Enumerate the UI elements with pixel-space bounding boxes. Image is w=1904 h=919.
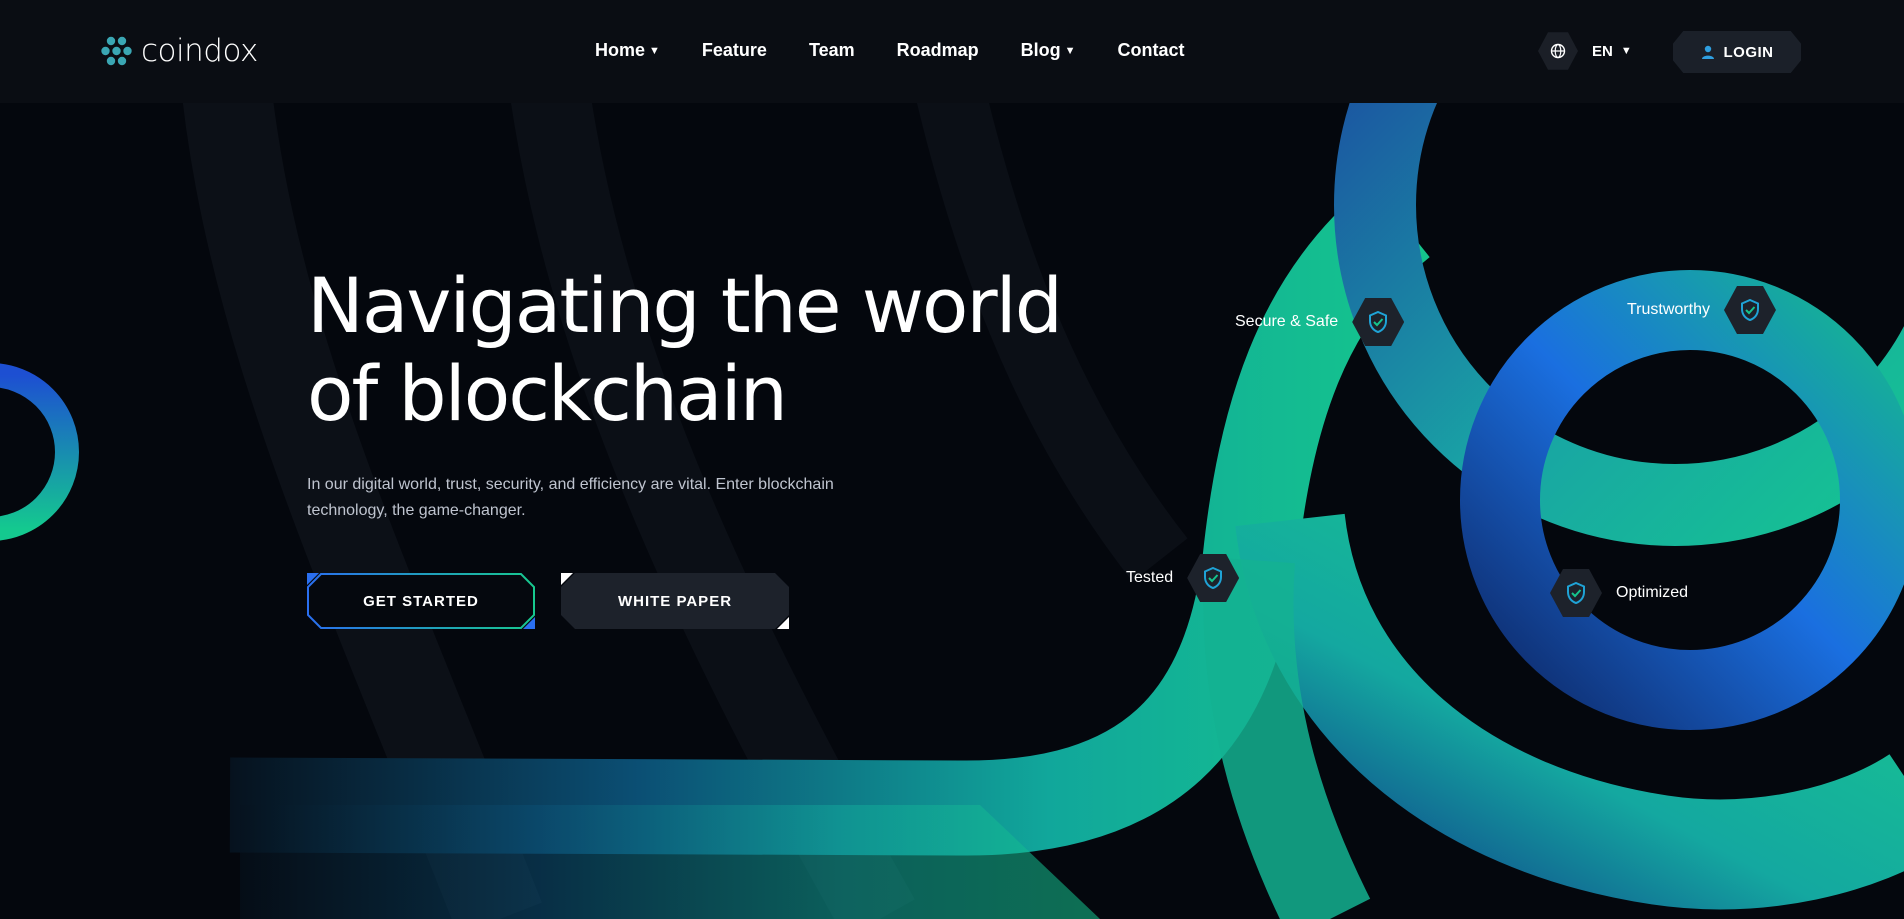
shield-check-icon: [1187, 554, 1240, 602]
nav-item-team[interactable]: Team: [809, 40, 855, 61]
white-paper-button[interactable]: WHITE PAPER: [561, 573, 789, 629]
globe-icon: [1538, 32, 1578, 70]
nav-item-home[interactable]: Home ▼: [595, 40, 660, 61]
chevron-down-icon: ▼: [649, 44, 660, 57]
get-started-button[interactable]: GET STARTED: [307, 573, 535, 629]
site-header: coindox Home ▼ Feature Team Roadmap Blog ▼…: [0, 0, 1904, 103]
nav-item-blog[interactable]: Blog ▼: [1021, 40, 1076, 61]
language-label: EN: [1592, 42, 1613, 60]
hero-background: [0, 0, 1904, 919]
login-button[interactable]: LOGIN: [1673, 31, 1801, 73]
nav-item-contact[interactable]: Contact: [1118, 40, 1185, 61]
brand-logo[interactable]: coindox: [101, 33, 258, 69]
user-icon: [1701, 45, 1714, 59]
chevron-down-icon: ▼: [1620, 45, 1632, 57]
badge-optimized: Optimized: [1550, 568, 1688, 618]
badge-trustworthy: Trustworthy: [1627, 285, 1776, 335]
chevron-down-icon: ▼: [1064, 44, 1076, 57]
nav-item-roadmap[interactable]: Roadmap: [897, 40, 979, 61]
language-selector[interactable]: EN ▼: [1538, 31, 1632, 71]
shield-check-icon: [1723, 286, 1776, 334]
brand-name: coindox: [141, 33, 258, 69]
badge-secure-safe: Secure & Safe: [1235, 297, 1405, 347]
shield-check-icon: [1550, 569, 1602, 617]
hero-description: In our digital world, trust, security, a…: [307, 476, 834, 519]
shield-check-icon: [1352, 298, 1405, 346]
hero-title-line-2: of blockchain: [307, 349, 788, 438]
badge-tested: Tested: [1126, 553, 1240, 603]
main-nav: Home ▼ Feature Team Roadmap Blog ▼ Contact: [595, 40, 1227, 61]
logo-icon: [101, 36, 132, 66]
hero-title: Navigating the world of blockchain: [307, 262, 1067, 438]
nav-item-feature[interactable]: Feature: [702, 40, 767, 61]
hero-title-line-1: Navigating the world: [307, 261, 1063, 350]
